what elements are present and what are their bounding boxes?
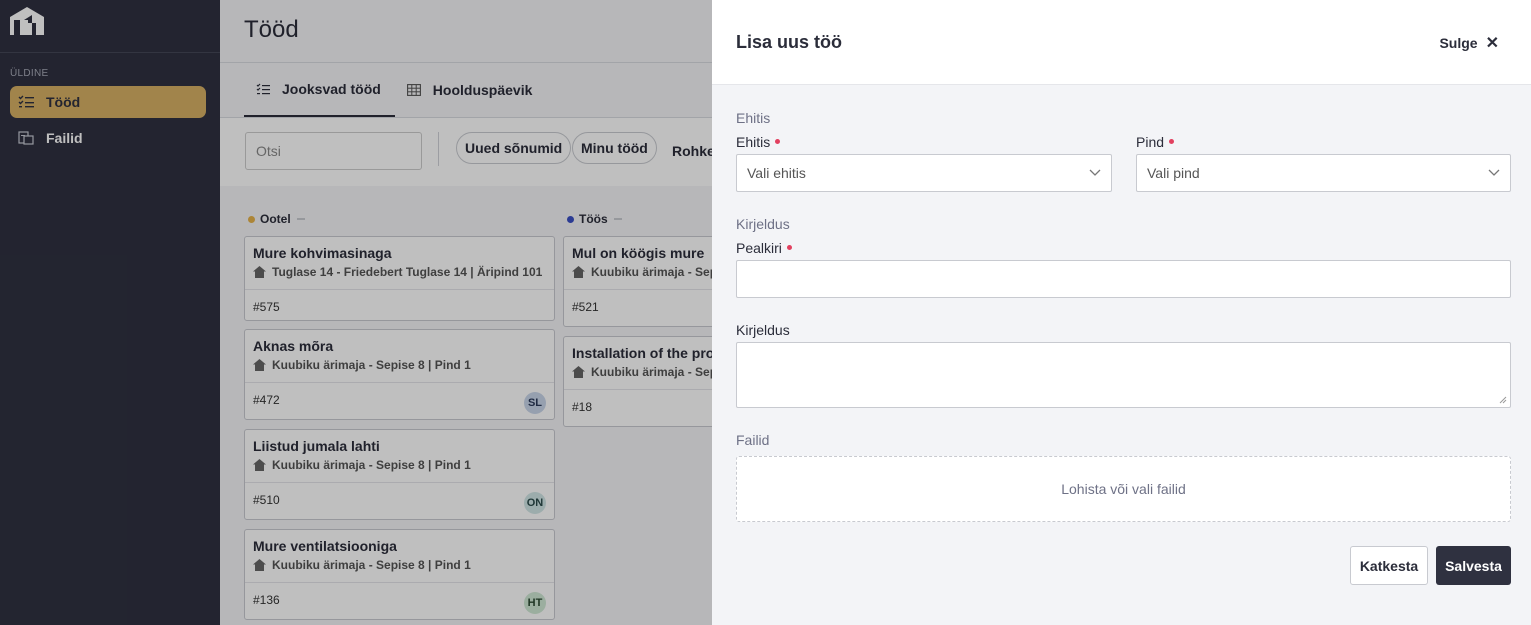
description-label: Kirjeldus (736, 322, 790, 338)
section-title-files: Failid (736, 432, 770, 448)
area-label: Pind (1136, 134, 1175, 150)
required-indicator (775, 138, 781, 144)
close-button[interactable]: Sulge ✕ (1439, 33, 1499, 53)
chevron-down-icon (1089, 169, 1101, 176)
area-label-text: Pind (1136, 134, 1165, 150)
save-button[interactable]: Salvesta (1436, 546, 1511, 585)
heading-label-text: Pealkiri (736, 240, 782, 256)
heading-input[interactable] (736, 260, 1511, 298)
chevron-down-icon (1488, 169, 1500, 176)
cancel-button[interactable]: Katkesta (1350, 546, 1428, 585)
building-select-placeholder: Vali ehitis (747, 165, 806, 181)
heading-label: Pealkiri (736, 240, 792, 256)
area-select-placeholder: Vali pind (1147, 165, 1200, 181)
modal-backdrop[interactable] (0, 0, 712, 625)
drawer-title: Lisa uus töö (736, 32, 843, 52)
building-label: Ehitis (736, 134, 781, 150)
section-title-description: Kirjeldus (736, 216, 790, 232)
close-label: Sulge (1439, 35, 1478, 51)
area-select[interactable]: Vali pind (1136, 154, 1511, 192)
resize-handle-icon[interactable] (1499, 396, 1507, 404)
drawer-header: Lisa uus töö Sulge ✕ (712, 0, 1531, 85)
section-title-building: Ehitis (736, 110, 771, 126)
required-indicator (786, 244, 792, 250)
building-select[interactable]: Vali ehitis (736, 154, 1112, 192)
new-job-drawer: Lisa uus töö Sulge ✕ Ehitis Ehitis Vali … (712, 0, 1531, 625)
required-indicator (1169, 138, 1175, 144)
file-dropzone[interactable]: Lohista või vali failid (736, 456, 1511, 522)
close-icon: ✕ (1485, 35, 1499, 52)
building-label-text: Ehitis (736, 134, 771, 150)
description-textarea[interactable] (736, 342, 1511, 408)
